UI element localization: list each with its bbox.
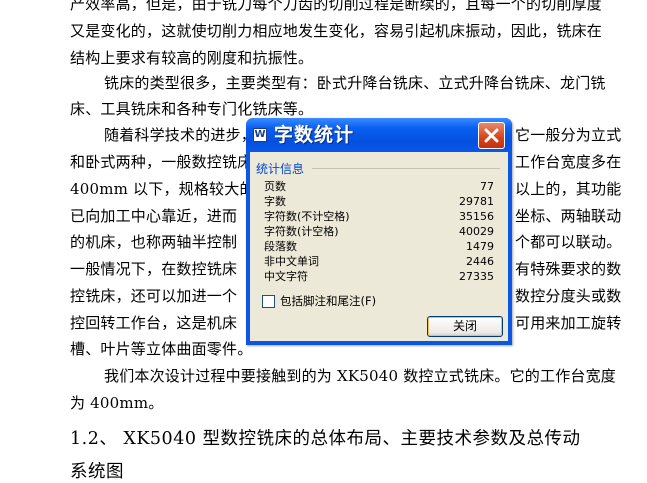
stat-label: 字符数(计空格) (264, 225, 339, 238)
doc-line: 铣床的类型很多，主要类型有：卧式升降台铣床、立式升降台铣床、龙门铣 (104, 74, 606, 92)
include-footnotes-label[interactable]: 包括脚注和尾注(F) (280, 293, 376, 309)
doc-line: 400mm 以下，规格较大的 (70, 180, 255, 198)
group-divider (312, 168, 500, 169)
stat-value: 1479 (466, 240, 494, 253)
dialog-title: 字数统计 (274, 124, 355, 146)
stat-value: 2446 (466, 255, 494, 268)
doc-line: 又是变化的，这就使切削力相应地发生变化，容易引起机床振动，因此，铣床在 (70, 22, 603, 40)
doc-line: 槽、叶片等立体曲面零件。 (70, 340, 253, 358)
doc-line: 控回转工作台，这是机床 (70, 314, 238, 332)
section-heading: 1.2、 XK5040 型数控铣床的总体布局、主要技术参数及总传动 (70, 429, 581, 449)
stat-value: 27335 (459, 270, 494, 283)
close-icon[interactable] (478, 122, 505, 149)
section-heading-cont: 系统图 (70, 462, 124, 482)
doc-line: 的机床，也称两轴半控制 (70, 233, 238, 251)
stat-value: 40029 (459, 225, 494, 238)
stat-row-non-chinese-words: 非中文单词 2446 (264, 254, 494, 269)
stat-value: 35156 (459, 210, 494, 223)
stats-group-label: 统计信息 (256, 162, 305, 176)
doc-line: 有特殊要求的数 (515, 260, 622, 278)
stat-label: 字数 (264, 195, 286, 208)
doc-line: 以上的，其功能 (515, 180, 622, 198)
doc-line: 个都可以联动。 (515, 233, 622, 251)
doc-line: 一般情况下，在数控铣床 (70, 260, 238, 278)
doc-line: 产效率高，但是，由于铣刀每个刀齿的切削过程是断续的，且每一个的切削厚度 (70, 0, 603, 13)
doc-line: 坐标、两轴联动 (515, 207, 622, 225)
stat-value: 77 (480, 180, 494, 193)
close-x-icon (484, 128, 499, 143)
doc-line: 可用来加工旋转 (515, 314, 622, 332)
doc-line: 为 400mm。 (70, 394, 164, 412)
doc-line: 已向加工中心靠近，进而 (70, 207, 238, 225)
dialog-titlebar[interactable]: W 字数统计 (246, 118, 512, 152)
stat-row-words: 字数 29781 (264, 194, 494, 209)
doc-line: 和卧式两种，一般数控铣床 (70, 153, 253, 171)
doc-line: 控铣床，还可以加进一个 (70, 287, 238, 305)
doc-line: 它一般分为立式 (515, 126, 622, 144)
dialog-body: 统计信息 页数 77 字数 29781 字符数(不计空格) 35156 字符数(… (250, 152, 508, 341)
close-button[interactable]: 关闭 (427, 316, 503, 337)
stat-label: 页数 (264, 180, 286, 193)
word-app-icon: W (253, 128, 267, 142)
doc-line: 数控分度头或数 (515, 287, 622, 305)
stat-label: 非中文单词 (264, 255, 319, 268)
doc-line: 床、工具铣床和各种专门化铣床等。 (70, 100, 314, 118)
stat-row-paragraphs: 段落数 1479 (264, 239, 494, 254)
doc-line: 我们本次设计过程中要接触到的为 XK5040 数控立式铣床。它的工作台宽度 (104, 367, 616, 385)
stat-row-pages: 页数 77 (264, 179, 494, 194)
stat-label: 段落数 (264, 240, 297, 253)
include-footnotes-checkbox[interactable] (262, 295, 275, 308)
stat-row-chars-with-spaces: 字符数(计空格) 40029 (264, 224, 494, 239)
stat-row-chars-no-spaces: 字符数(不计空格) 35156 (264, 209, 494, 224)
stat-label: 中文字符 (264, 270, 308, 283)
word-count-dialog: W 字数统计 统计信息 页数 77 字数 29781 字符数(不计空格) 351… (246, 118, 512, 345)
doc-line: 工作台宽度多在 (515, 153, 622, 171)
stat-value: 29781 (459, 195, 494, 208)
stat-label: 字符数(不计空格) (264, 210, 350, 223)
doc-line: 结构上要求有较高的刚度和抗振性。 (70, 49, 314, 67)
doc-line: 随着科学技术的进步， (104, 126, 257, 144)
stat-row-chinese-chars: 中文字符 27335 (264, 269, 494, 284)
